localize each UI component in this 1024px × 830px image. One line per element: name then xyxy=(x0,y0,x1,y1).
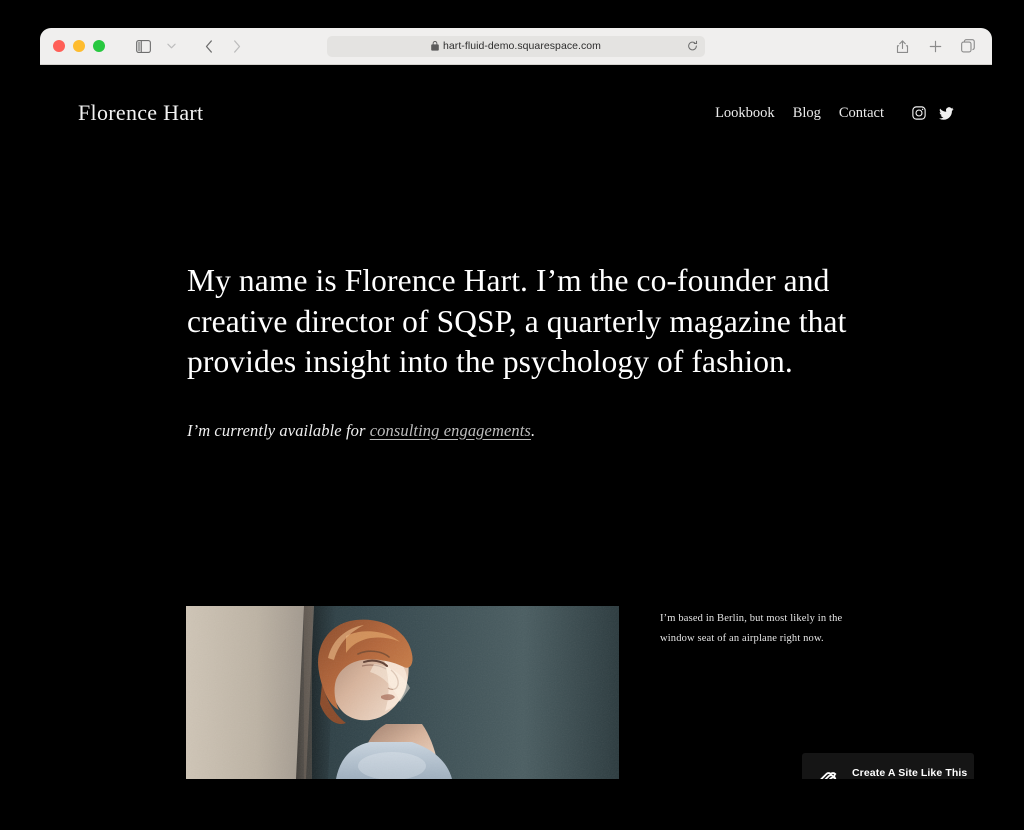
navigation-controls xyxy=(195,33,251,59)
site-header: Florence Hart Lookbook Blog Contact xyxy=(40,93,992,133)
chevron-down-icon[interactable] xyxy=(157,33,185,59)
portrait-photo xyxy=(186,606,619,779)
site-title[interactable]: Florence Hart xyxy=(78,102,203,124)
squarespace-badge-title: Create A Site Like This xyxy=(852,766,968,779)
traffic-lights xyxy=(53,40,105,52)
close-window-button[interactable] xyxy=(53,40,65,52)
instagram-icon[interactable] xyxy=(912,106,926,120)
sidebar-controls xyxy=(129,33,185,59)
new-tab-icon[interactable] xyxy=(921,33,949,59)
hero-subtext: I’m currently available for consulting e… xyxy=(187,383,867,441)
squarespace-badge-text: Create A Site Like This Free trial. Inst… xyxy=(852,766,968,779)
toolbar-right-actions xyxy=(888,33,982,59)
address-bar-url: hart-fluid-demo.squarespace.com xyxy=(443,40,601,52)
chevron-left-icon[interactable] xyxy=(195,33,223,59)
reload-icon[interactable] xyxy=(687,40,698,52)
site-navigation: Lookbook Blog Contact xyxy=(715,106,954,121)
address-bar[interactable]: hart-fluid-demo.squarespace.com xyxy=(327,35,705,57)
hero-subtext-suffix: . xyxy=(530,420,536,440)
chevron-right-icon[interactable] xyxy=(223,33,251,59)
browser-toolbar: hart-fluid-demo.squarespace.com xyxy=(40,28,992,65)
sidebar-icon[interactable] xyxy=(129,33,157,59)
aside-text: I’m based in Berlin, but most likely in … xyxy=(660,613,843,644)
browser-window: hart-fluid-demo.squarespace.com Florence… xyxy=(40,28,992,779)
hero-subtext-prefix: I’m currently available for xyxy=(187,420,370,440)
squarespace-badge[interactable]: Create A Site Like This Free trial. Inst… xyxy=(802,753,974,779)
squarespace-logo-icon xyxy=(816,767,840,779)
address-bar-content: hart-fluid-demo.squarespace.com xyxy=(431,40,601,52)
twitter-icon[interactable] xyxy=(939,106,954,120)
nav-link-lookbook[interactable]: Lookbook xyxy=(715,106,775,121)
hero-section: My name is Florence Hart. I’m the co-fou… xyxy=(187,261,867,441)
maximize-window-button[interactable] xyxy=(93,40,105,52)
hero-headline: My name is Florence Hart. I’m the co-fou… xyxy=(187,263,847,379)
share-icon[interactable] xyxy=(888,33,916,59)
lock-icon xyxy=(431,41,439,51)
nav-link-blog[interactable]: Blog xyxy=(793,106,821,121)
minimize-window-button[interactable] xyxy=(73,40,85,52)
web-page-content: Florence Hart Lookbook Blog Contact My n… xyxy=(40,65,992,779)
tab-overview-icon[interactable] xyxy=(954,33,982,59)
portrait-photo-graphic xyxy=(186,606,619,779)
nav-link-contact[interactable]: Contact xyxy=(839,106,884,121)
social-links xyxy=(912,106,954,120)
consulting-engagements-link[interactable]: consulting engagements xyxy=(370,421,531,440)
